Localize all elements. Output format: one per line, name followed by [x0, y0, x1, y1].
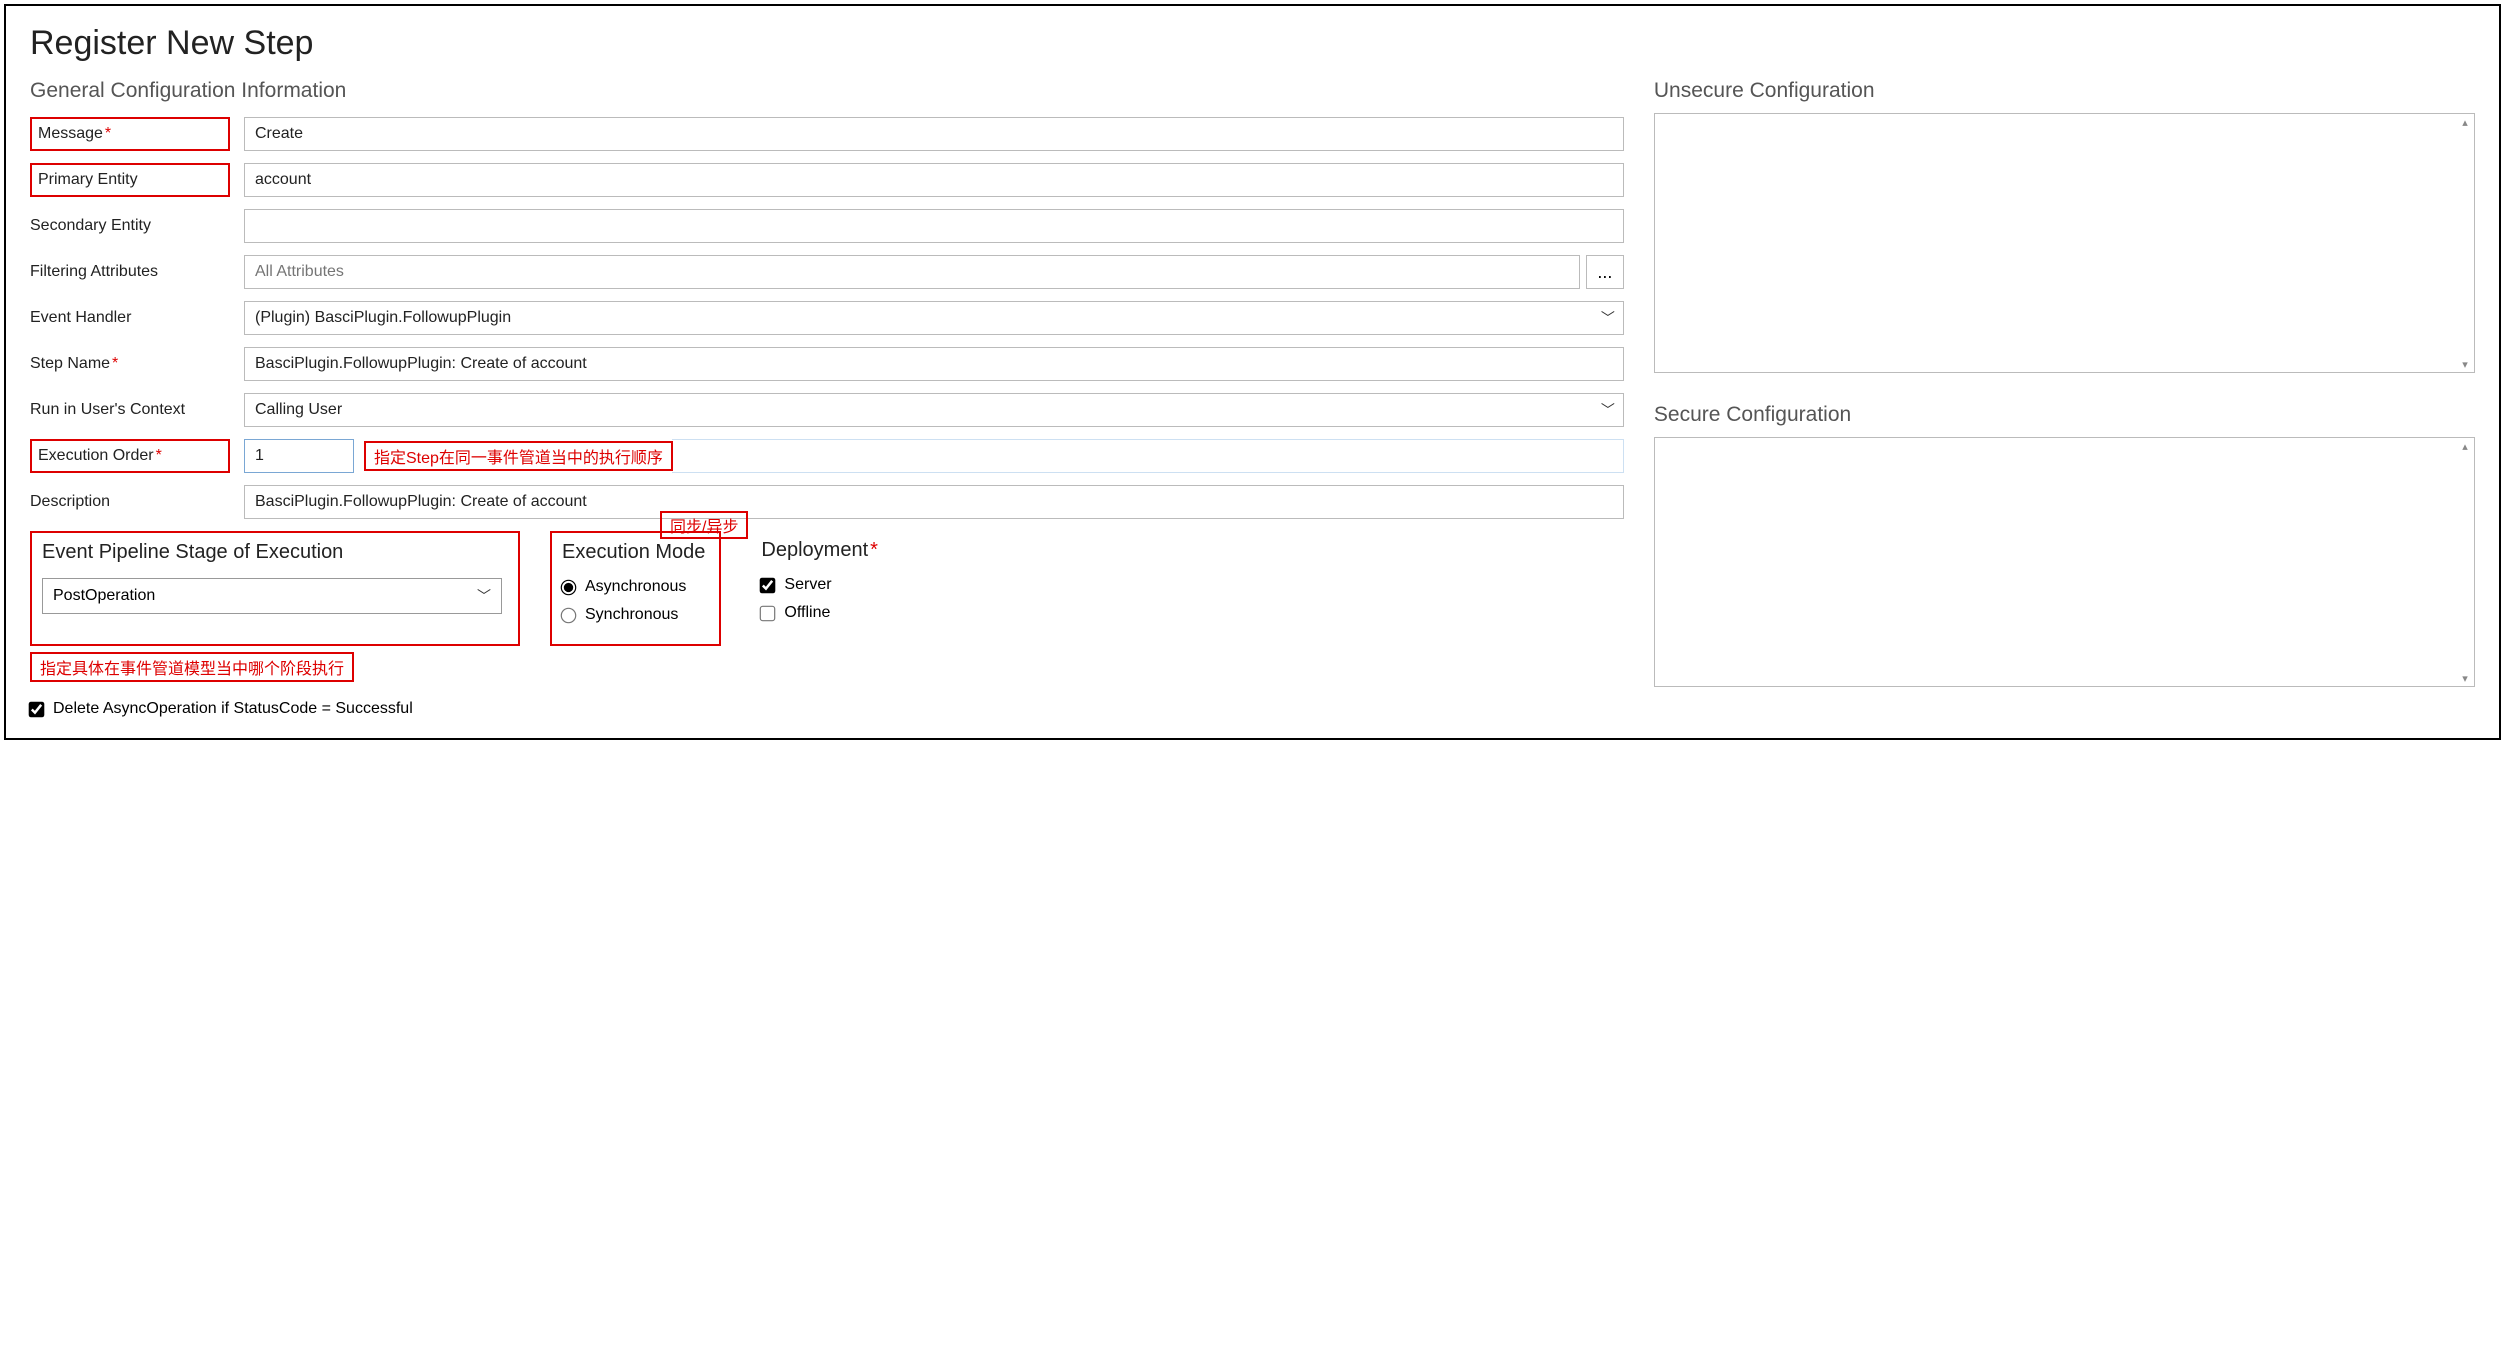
pipeline-stage-combo[interactable]: PostOperation ﹀: [42, 578, 502, 614]
secondary-entity-input[interactable]: [244, 209, 1624, 243]
row-execution-order: Execution Order* 指定Step在同一事件管道当中的执行顺序: [30, 439, 1624, 473]
section-execution-mode: Execution Mode Asynchronous Synchronous: [550, 531, 721, 646]
section-deployment: Deployment* Server Offline: [751, 531, 888, 646]
label-event-handler: Event Handler: [30, 309, 230, 327]
step-name-input[interactable]: [244, 347, 1624, 381]
annotation-pipeline: 指定具体在事件管道模型当中哪个阶段执行: [30, 652, 354, 682]
bottom-sections: Event Pipeline Stage of Execution PostOp…: [30, 531, 1624, 646]
left-column: General Configuration Information Messag…: [30, 79, 1624, 718]
execution-order-input[interactable]: [244, 439, 354, 473]
label-secondary-entity: Secondary Entity: [30, 217, 230, 235]
annotation-execution-order: 指定Step在同一事件管道当中的执行顺序: [364, 441, 673, 471]
row-message: Message* CRM默认行为的触发条件：Create、Update、Dele…: [30, 117, 1624, 151]
row-run-context: Run in User's Context Calling User ﹀: [30, 393, 1624, 427]
register-step-dialog: Register New Step General Configuration …: [4, 4, 2501, 740]
event-handler-combo[interactable]: (Plugin) BasciPlugin.FollowupPlugin ﹀: [244, 301, 1624, 335]
scroll-down-icon: ▾: [2457, 671, 2473, 685]
row-description: Description 同步/异步: [30, 485, 1624, 519]
filtering-ellipsis-button[interactable]: ...: [1586, 255, 1624, 289]
main-layout: General Configuration Information Messag…: [30, 79, 2475, 718]
radio-asynchronous-input[interactable]: [561, 579, 577, 595]
message-input[interactable]: [244, 117, 1624, 151]
pipeline-heading: Event Pipeline Stage of Execution: [42, 541, 508, 564]
label-description: Description: [30, 493, 230, 511]
unsecure-config-wrap: ▴ ▾: [1654, 113, 2475, 373]
scroll-up-icon: ▴: [2457, 439, 2473, 453]
label-step-name: Step Name*: [30, 355, 230, 373]
label-primary-entity: Primary Entity: [30, 163, 230, 197]
primary-entity-input[interactable]: [244, 163, 1624, 197]
run-context-combo[interactable]: Calling User ﹀: [244, 393, 1624, 427]
radio-synchronous-input[interactable]: [561, 607, 577, 623]
chevron-down-icon: ﹀: [1601, 308, 1615, 328]
execution-mode-heading: Execution Mode: [562, 541, 705, 564]
required-indicator: *: [112, 355, 118, 372]
checkbox-server-input[interactable]: [760, 577, 776, 593]
general-heading: General Configuration Information: [30, 79, 1624, 103]
description-input[interactable]: [244, 485, 1624, 519]
unsecure-config-textarea[interactable]: [1654, 113, 2475, 373]
scroll-up-icon: ▴: [2457, 115, 2473, 129]
right-column: Unsecure Configuration ▴ ▾ Secure Config…: [1654, 79, 2475, 718]
required-indicator: *: [105, 125, 111, 143]
row-primary-entity: Primary Entity 该默认行为所针对的具体实体: [30, 163, 1624, 197]
secure-config-wrap: ▴ ▾: [1654, 437, 2475, 687]
checkbox-offline[interactable]: Offline: [761, 604, 878, 622]
radio-synchronous[interactable]: Synchronous: [562, 606, 705, 624]
required-indicator: *: [156, 447, 162, 465]
checkbox-delete-async[interactable]: Delete AsyncOperation if StatusCode = Su…: [30, 700, 1624, 718]
checkbox-delete-async-input[interactable]: [29, 701, 45, 717]
deployment-heading: Deployment*: [761, 539, 878, 562]
event-handler-value: (Plugin) BasciPlugin.FollowupPlugin: [255, 309, 511, 327]
unsecure-config-heading: Unsecure Configuration: [1654, 79, 2475, 103]
label-run-context: Run in User's Context: [30, 401, 230, 419]
radio-asynchronous[interactable]: Asynchronous: [562, 578, 705, 596]
label-message: Message*: [30, 117, 230, 151]
secure-config-heading: Secure Configuration: [1654, 403, 2475, 427]
run-context-value: Calling User: [255, 401, 342, 419]
filtering-attributes-input[interactable]: [244, 255, 1580, 289]
section-pipeline: Event Pipeline Stage of Execution PostOp…: [30, 531, 520, 646]
required-indicator: *: [870, 539, 878, 561]
row-step-name: Step Name*: [30, 347, 1624, 381]
chevron-down-icon: ﹀: [477, 586, 491, 606]
label-filtering: Filtering Attributes: [30, 263, 230, 281]
row-secondary-entity: Secondary Entity: [30, 209, 1624, 243]
secure-config-textarea[interactable]: [1654, 437, 2475, 687]
row-event-handler: Event Handler (Plugin) BasciPlugin.Follo…: [30, 301, 1624, 335]
checkbox-server[interactable]: Server: [761, 576, 878, 594]
label-execution-order: Execution Order*: [30, 439, 230, 473]
row-filtering-attributes: Filtering Attributes ...: [30, 255, 1624, 289]
scroll-down-icon: ▾: [2457, 357, 2473, 371]
checkbox-offline-input[interactable]: [760, 605, 776, 621]
pipeline-stage-value: PostOperation: [53, 587, 155, 605]
dialog-title: Register New Step: [30, 24, 2475, 63]
chevron-down-icon: ﹀: [1601, 400, 1615, 420]
